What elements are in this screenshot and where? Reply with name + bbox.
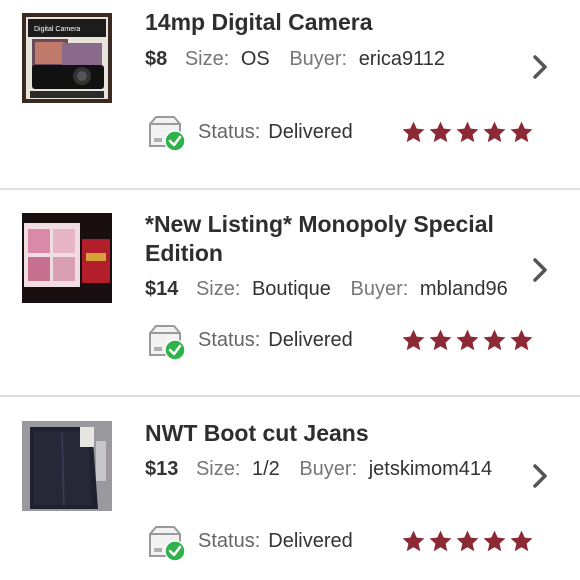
delivered-box-icon [146, 524, 188, 562]
star-icon [510, 329, 533, 351]
status: Status: Delivered [198, 529, 353, 553]
size-label: Size: [195, 278, 241, 300]
star-icon [429, 329, 452, 351]
item-meta: $14 Size: Boutique Buyer: mbland96 [145, 277, 522, 301]
sale-row[interactable]: Digital Camera 14mp Digital Camera $8 Si… [0, 0, 580, 190]
item-price: $8 [145, 48, 168, 70]
chevron-right-icon[interactable] [528, 52, 552, 82]
buyer-name[interactable]: jetskimom414 [369, 458, 492, 480]
buyer-label: Buyer: [350, 278, 409, 300]
item-title: NWT Boot cut Jeans [145, 420, 369, 446]
star-icon [510, 121, 533, 143]
star-icon [402, 530, 425, 552]
item-price: $13 [145, 458, 179, 480]
size-label: Size: [195, 458, 241, 480]
item-title: *New Listing* Monopoly Special Edition [145, 211, 494, 266]
monopoly-thumbnail [22, 213, 112, 303]
thumb-caption: Digital Camera [34, 26, 80, 33]
star-icon [402, 121, 425, 143]
star-icon [402, 329, 425, 351]
item-meta: $13 Size: 1/2 Buyer: jetskimom414 [145, 457, 506, 481]
status: Status: Delivered [198, 120, 353, 144]
star-icon [456, 121, 479, 143]
rating-stars [401, 529, 534, 555]
item-meta: $8 Size: OS Buyer: erica9112 [145, 47, 459, 71]
sale-row[interactable]: *New Listing* Monopoly Special Edition $… [0, 190, 580, 397]
size-value: Boutique [251, 278, 331, 300]
sale-row[interactable]: NWT Boot cut Jeans $13 Size: 1/2 Buyer: … [0, 397, 580, 580]
camera-thumbnail: Digital Camera [22, 13, 112, 103]
delivered-box-icon [146, 323, 188, 361]
star-icon [483, 530, 506, 552]
rating-stars [401, 328, 534, 354]
star-icon [483, 329, 506, 351]
star-icon [456, 329, 479, 351]
size-value: 1/2 [251, 458, 280, 480]
buyer-label: Buyer: [299, 458, 358, 480]
rating-stars [401, 120, 534, 146]
size-label: Size: [184, 48, 230, 70]
star-icon [456, 530, 479, 552]
status-label: Status: [198, 121, 261, 143]
star-icon [510, 530, 533, 552]
buyer-name[interactable]: mbland96 [420, 278, 508, 300]
status-value: Delivered [268, 121, 353, 143]
item-price: $14 [145, 278, 179, 300]
buyer-label: Buyer: [289, 48, 348, 70]
status: Status: Delivered [198, 328, 353, 352]
chevron-right-icon[interactable] [528, 255, 552, 285]
status-value: Delivered [268, 329, 353, 351]
item-title: 14mp Digital Camera [145, 9, 373, 35]
jeans-thumbnail [22, 421, 112, 511]
delivered-box-icon [146, 114, 188, 152]
star-icon [429, 121, 452, 143]
chevron-right-icon[interactable] [528, 461, 552, 491]
star-icon [483, 121, 506, 143]
status-label: Status: [198, 329, 261, 351]
size-value: OS [240, 48, 270, 70]
star-icon [429, 530, 452, 552]
status-label: Status: [198, 530, 261, 552]
buyer-name[interactable]: erica9112 [359, 48, 445, 70]
status-value: Delivered [268, 530, 353, 552]
